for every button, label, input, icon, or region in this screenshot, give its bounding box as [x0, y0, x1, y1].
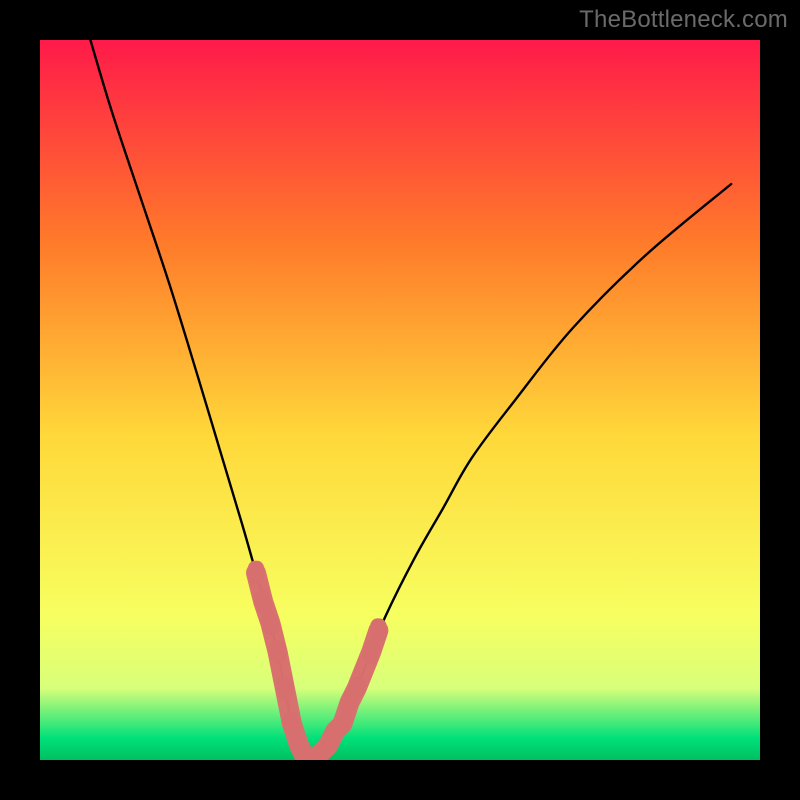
plot-svg [40, 40, 760, 760]
plot-area [40, 40, 760, 760]
attribution-text: TheBottleneck.com [579, 6, 788, 34]
marker-dot [248, 561, 264, 585]
gradient-background [40, 40, 760, 760]
marker-dot [370, 618, 386, 642]
chart-frame: TheBottleneck.com [0, 0, 800, 800]
